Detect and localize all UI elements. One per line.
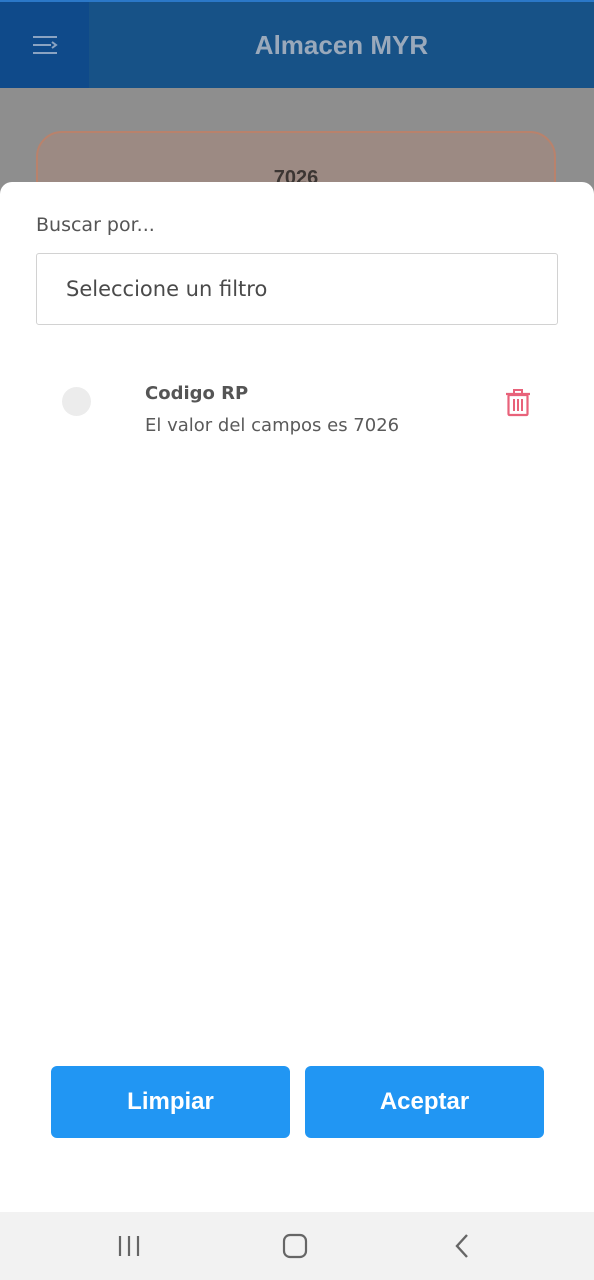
clear-button[interactable]: Limpiar xyxy=(51,1066,290,1138)
delete-filter-button[interactable] xyxy=(502,387,534,419)
menu-button[interactable] xyxy=(0,2,89,88)
recents-button[interactable] xyxy=(109,1230,149,1262)
filter-item-description: El valor del campos es 7026 xyxy=(145,415,400,436)
trash-icon xyxy=(506,389,530,417)
filter-radio[interactable] xyxy=(62,387,91,416)
active-filter-item[interactable]: Codigo RP El valor del campos es 7026 xyxy=(0,377,594,447)
android-nav-bar xyxy=(0,1212,594,1280)
home-icon xyxy=(282,1233,308,1259)
menu-icon xyxy=(32,36,58,54)
filter-select[interactable]: Seleccione un filtro xyxy=(36,253,558,325)
recents-icon xyxy=(118,1236,140,1256)
filter-item-title: Codigo RP xyxy=(145,383,249,404)
home-button[interactable] xyxy=(275,1230,315,1262)
filter-bottom-sheet: Buscar por... Seleccione un filtro Codig… xyxy=(0,182,594,1212)
app-title: Almacen MYR xyxy=(254,29,429,60)
back-button[interactable] xyxy=(442,1230,482,1262)
app-header: Almacen MYR xyxy=(0,0,594,88)
accept-button[interactable]: Aceptar xyxy=(305,1066,544,1138)
back-icon xyxy=(455,1234,468,1258)
search-by-label: Buscar por... xyxy=(36,214,155,236)
